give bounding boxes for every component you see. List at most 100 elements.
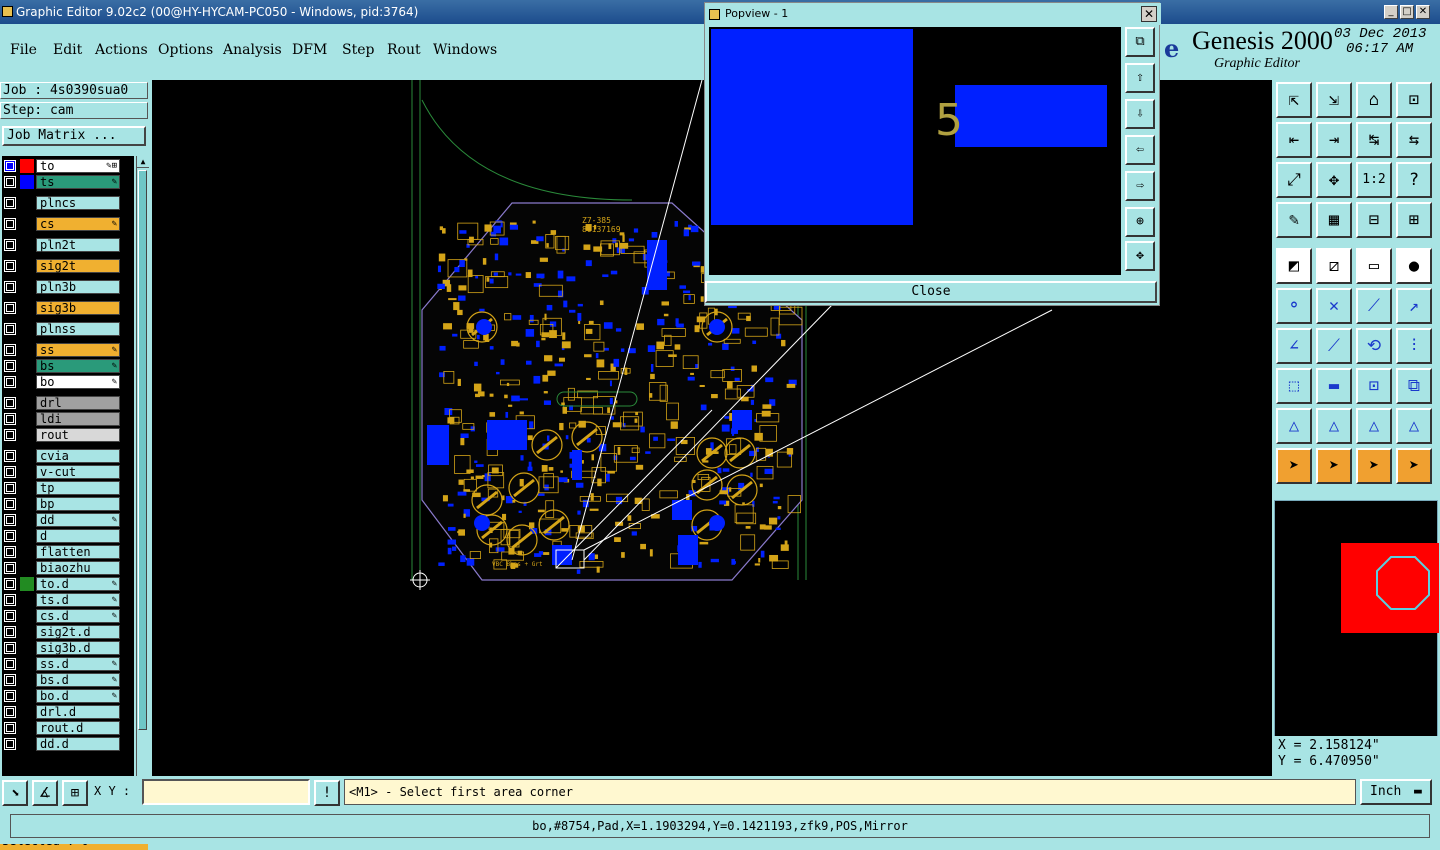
layer-row-d[interactable]: d: [2, 528, 134, 544]
menu-step[interactable]: Step: [342, 42, 374, 58]
layer-row-dd[interactable]: dd ✎: [2, 512, 134, 528]
layer-name[interactable]: rout.d: [36, 721, 120, 735]
layer-name[interactable]: ss.d ✎: [36, 657, 120, 671]
xy-input[interactable]: [142, 779, 310, 805]
layer-name[interactable]: ts.d ✎: [36, 593, 120, 607]
layer-checkbox[interactable]: [4, 239, 16, 251]
layer-name[interactable]: plnss: [36, 322, 120, 336]
layer-name[interactable]: sig2t.d: [36, 625, 120, 639]
menu-actions[interactable]: Actions: [95, 42, 148, 58]
layer-color-swatch[interactable]: [20, 322, 34, 336]
layers-diff-icon[interactable]: ⊞: [1396, 202, 1432, 238]
popview-fit-icon[interactable]: ⊕: [1125, 207, 1155, 237]
layer-row-plncs[interactable]: plncs: [2, 195, 134, 211]
layer-row-rout[interactable]: rout: [2, 427, 134, 443]
home-icon[interactable]: ⌂: [1356, 82, 1392, 118]
pointer-arc-icon[interactable]: ➤: [1356, 448, 1392, 484]
layer-row-cs[interactable]: cs ✎: [2, 216, 134, 232]
layer-color-swatch[interactable]: [20, 657, 34, 671]
layer-checkbox[interactable]: [4, 674, 16, 686]
layer-checkbox[interactable]: [4, 302, 16, 314]
layer-name[interactable]: sig3b: [36, 301, 120, 315]
popview-up-icon[interactable]: ⇧: [1125, 63, 1155, 93]
layer-checkbox[interactable]: [4, 546, 16, 558]
layer-checkbox[interactable]: [4, 413, 16, 425]
popview-left-icon[interactable]: ⇦: [1125, 135, 1155, 165]
minimize-button[interactable]: _: [1384, 5, 1398, 19]
layer-checkbox[interactable]: [4, 376, 16, 388]
layer-checkbox[interactable]: [4, 594, 16, 606]
tri-ortho-icon[interactable]: △: [1316, 408, 1352, 444]
layer-checkbox[interactable]: [4, 514, 16, 526]
layer-row-sig2t[interactable]: sig2t: [2, 258, 134, 274]
layer-name[interactable]: biaozhu: [36, 561, 120, 575]
layer-row-flatten[interactable]: flatten: [2, 544, 134, 560]
layer-checkbox[interactable]: [4, 722, 16, 734]
layer-row-ss-d[interactable]: ss.d ✎: [2, 656, 134, 672]
popview-down-icon[interactable]: ⇩: [1125, 99, 1155, 129]
layer-color-swatch[interactable]: [20, 545, 34, 559]
layer-color-swatch[interactable]: [20, 412, 34, 426]
layer-color-swatch[interactable]: [20, 238, 34, 252]
layer-name[interactable]: bo.d ✎: [36, 689, 120, 703]
layer-name[interactable]: pln2t: [36, 238, 120, 252]
multi-pad-icon[interactable]: ⧉: [1396, 368, 1432, 404]
layer-checkbox[interactable]: [4, 738, 16, 750]
layer-name[interactable]: cvia: [36, 449, 120, 463]
zoom-prev-icon[interactable]: ⇲: [1316, 82, 1352, 118]
snap-angle-icon[interactable]: ∡: [32, 780, 58, 806]
layer-color-swatch[interactable]: [20, 301, 34, 315]
layer-checkbox[interactable]: [4, 610, 16, 622]
angle-icon[interactable]: ∠: [1276, 328, 1312, 364]
minus-icon[interactable]: ▬: [1316, 368, 1352, 404]
layer-name[interactable]: dd ✎: [36, 513, 120, 527]
layer-name[interactable]: bs ✎: [36, 359, 120, 373]
pointer-icon[interactable]: ➤: [1276, 448, 1312, 484]
layer-color-swatch[interactable]: [20, 159, 34, 173]
layer-name[interactable]: drl.d: [36, 705, 120, 719]
units-select[interactable]: Inch ▬: [1360, 779, 1432, 805]
layer-checkbox[interactable]: [4, 323, 16, 335]
popview-zoom-in-icon[interactable]: ⧉: [1125, 27, 1155, 57]
layer-checkbox[interactable]: [4, 690, 16, 702]
one-to-two-icon[interactable]: 1:2: [1356, 162, 1392, 198]
layer-name[interactable]: cs ✎: [36, 217, 120, 231]
swap-icon[interactable]: ⇆: [1396, 122, 1432, 158]
layer-checkbox[interactable]: [4, 658, 16, 670]
layer-color-swatch[interactable]: [20, 428, 34, 442]
layer-row-drl-d[interactable]: drl.d: [2, 704, 134, 720]
close-window-button[interactable]: ✕: [1416, 5, 1430, 19]
layer-row-biaozhu[interactable]: biaozhu: [2, 560, 134, 576]
layer-name[interactable]: bo ✎: [36, 375, 120, 389]
popview-close-icon[interactable]: ✕: [1141, 6, 1157, 22]
popview-canvas[interactable]: 5: [709, 27, 1121, 275]
pointer-box-icon[interactable]: ➤: [1316, 448, 1352, 484]
layer-color-swatch[interactable]: [20, 280, 34, 294]
zoom-fit-icon[interactable]: ↹: [1356, 122, 1392, 158]
layer-row-to[interactable]: to ✎⊞: [2, 158, 134, 174]
layer-checkbox[interactable]: [4, 397, 16, 409]
layers-compare-icon[interactable]: ⊟: [1356, 202, 1392, 238]
layer-name[interactable]: ts ✎: [36, 175, 120, 189]
layer-color-swatch[interactable]: [20, 196, 34, 210]
tri-delta-icon[interactable]: △: [1276, 408, 1312, 444]
grid-icon[interactable]: ▦: [1316, 202, 1352, 238]
tri-arc-icon[interactable]: △: [1356, 408, 1392, 444]
zoom-home-icon[interactable]: ⇱: [1276, 82, 1312, 118]
layer-checkbox[interactable]: [4, 197, 16, 209]
snap-grid-icon[interactable]: ⬊: [2, 780, 28, 806]
layer-color-swatch[interactable]: [20, 625, 34, 639]
layer-color-swatch[interactable]: [20, 175, 34, 189]
layer-row-sig2t-d[interactable]: sig2t.d: [2, 624, 134, 640]
layer-row-sig3b-d[interactable]: sig3b.d: [2, 640, 134, 656]
layer-row-bs[interactable]: bs ✎: [2, 358, 134, 374]
layer-row-bp[interactable]: bp: [2, 496, 134, 512]
layer-name[interactable]: rout: [36, 428, 120, 442]
snap-icon[interactable]: ◩: [1276, 248, 1312, 284]
fit-all-icon[interactable]: ⤢: [1276, 162, 1312, 198]
layer-checkbox[interactable]: [4, 344, 16, 356]
layer-checkbox[interactable]: [4, 562, 16, 574]
alert-icon[interactable]: !: [314, 780, 340, 806]
maximize-button[interactable]: □: [1400, 5, 1414, 19]
scroll-thumb[interactable]: [138, 170, 147, 730]
